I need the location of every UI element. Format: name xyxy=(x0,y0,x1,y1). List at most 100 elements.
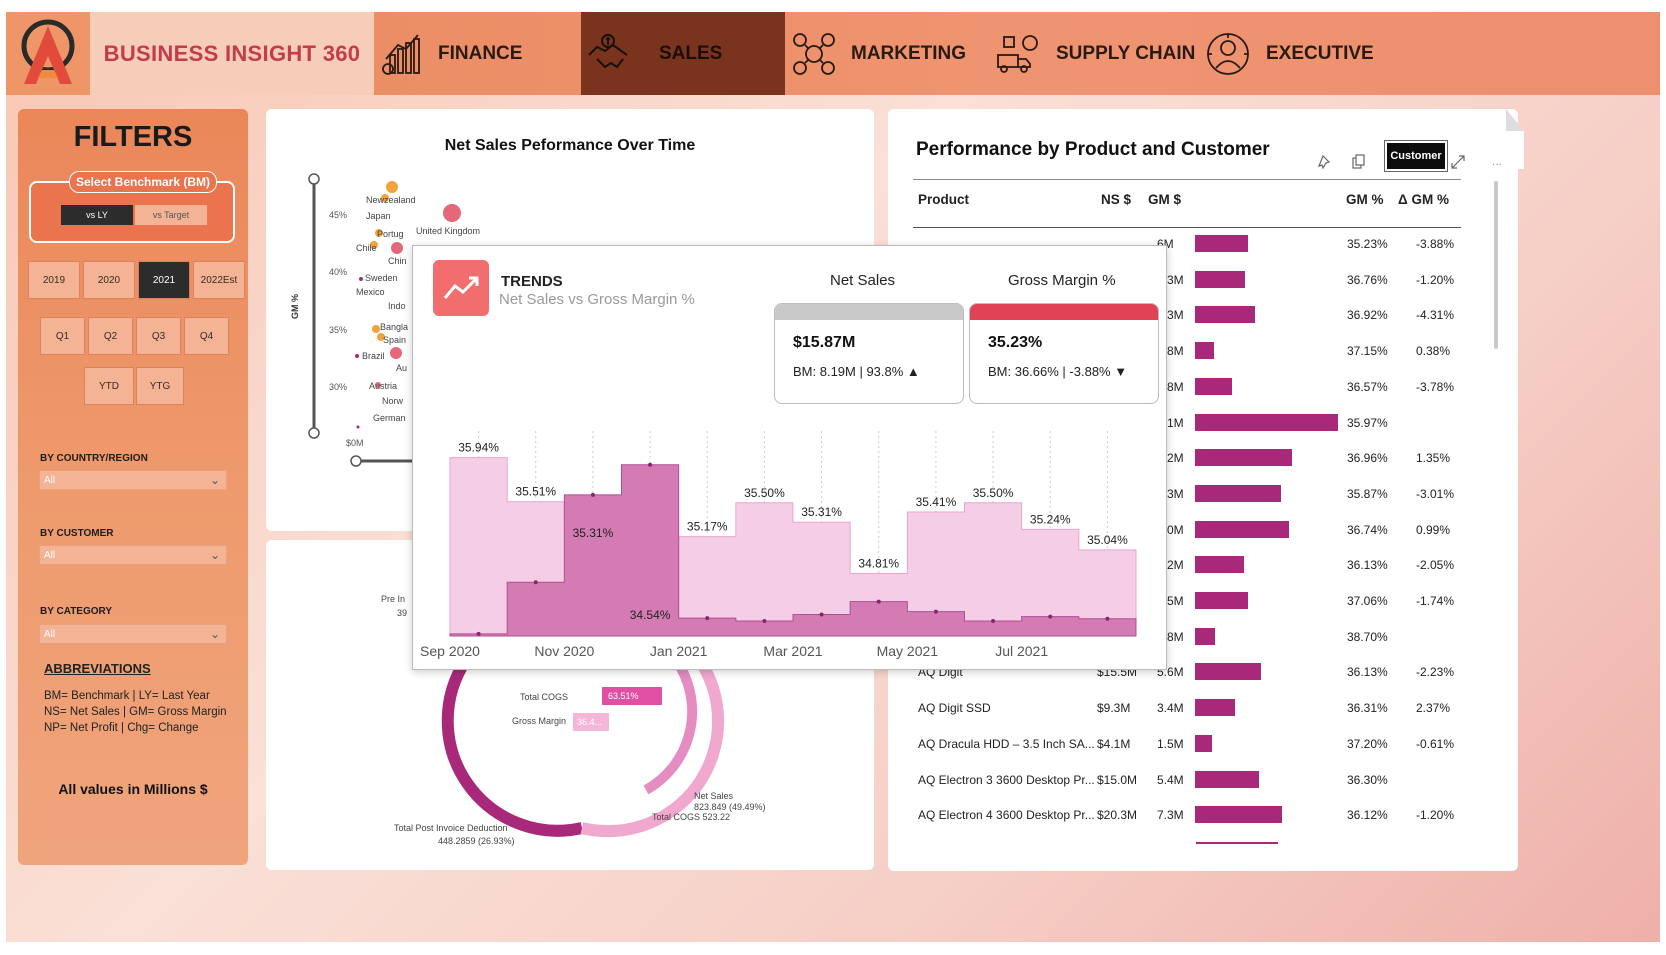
column-header-product[interactable]: Product xyxy=(918,192,969,207)
benchmark-vs-target-button[interactable]: vs Target xyxy=(135,205,207,225)
ytd-button[interactable]: YTD xyxy=(84,367,134,405)
country-filter-value: All xyxy=(44,475,56,486)
cell-net-sales: $15.0M xyxy=(1097,772,1138,787)
quarter-q2-button[interactable]: Q2 xyxy=(88,317,133,355)
cell-delta-gm: -4.31% xyxy=(1416,308,1455,323)
table-row[interactable]: AQ Digit SSD $9.3M 3.4M 36.31% 2.37% xyxy=(888,693,1488,723)
column-header-ns[interactable]: NS $ xyxy=(1101,192,1131,207)
scatter-point[interactable] xyxy=(390,347,402,359)
cell-gm-percent: 36.13% xyxy=(1347,665,1388,680)
gm-data-label: 35.51% xyxy=(515,485,556,499)
trends-area-chart: 35.94% 35.51% 35.31% 34.54% 35.17% 35.50% 35.3… xyxy=(420,431,1137,659)
scatter-point[interactable] xyxy=(359,277,363,281)
year-2021-button[interactable]: 2021 xyxy=(138,261,190,299)
country-filter-select[interactable]: All ⌄ xyxy=(39,470,227,490)
tab-executive-label: EXECUTIVE xyxy=(1266,42,1374,64)
table-row[interactable]: AQ Electron 3 3600 Desktop Pr... $15.0M 5.… xyxy=(888,765,1488,795)
scatter-point-label: Bangla xyxy=(380,322,408,332)
tab-supply-chain-label: SUPPLY CHAIN xyxy=(1056,42,1196,64)
cell-delta-gm: 1.35% xyxy=(1416,451,1451,466)
customer-toggle-button[interactable]: Customer xyxy=(1384,140,1448,172)
cell-gm-percent: 37.06% xyxy=(1347,594,1388,608)
quarter-q4-button[interactable]: Q4 xyxy=(184,317,229,355)
gm-bar xyxy=(1195,484,1281,502)
kpi-status-bar xyxy=(970,304,1158,320)
chevron-down-icon: ⌄ xyxy=(209,627,220,641)
trends-tooltip: TRENDS Net Sales vs Gross Margin % Net S… xyxy=(412,245,1167,670)
donut-label: Gross Margin xyxy=(512,716,566,726)
copy-icon[interactable] xyxy=(1350,154,1366,170)
donut-label: 63.51% xyxy=(608,691,639,701)
cell-delta-gm: -2.23% xyxy=(1416,665,1455,680)
kpi-net-sales-value: $15.87M xyxy=(793,334,856,351)
cell-delta-gm: -3.01% xyxy=(1416,486,1455,501)
scatter-point[interactable] xyxy=(356,425,360,429)
benchmark-vs-ly-button[interactable]: vs LY xyxy=(61,205,133,225)
donut-segment-cogs[interactable] xyxy=(643,657,698,795)
customer-filter-select[interactable]: All ⌄ xyxy=(39,545,227,565)
tab-executive[interactable]: EXECUTIVE xyxy=(1204,12,1404,95)
scatter-point[interactable] xyxy=(386,181,398,193)
cell-gm-percent: 37.20% xyxy=(1347,736,1388,751)
category-filter-label: BY CATEGORY xyxy=(40,606,113,617)
x-tick-label: Mar 2021 xyxy=(763,643,822,659)
cell-delta-gm: -3.78% xyxy=(1416,379,1455,394)
scatter-point-label: Norw xyxy=(382,396,404,406)
benchmark-selector: Select Benchmark (BM) vs LY vs Target xyxy=(29,171,235,243)
cell-gm-percent: 36.30% xyxy=(1347,772,1388,787)
cell-net-sales: $4.1M xyxy=(1097,736,1131,751)
gm-data-label: 35.41% xyxy=(916,495,957,509)
scatter-point[interactable] xyxy=(391,242,403,254)
column-header-gm-pct[interactable]: GM % xyxy=(1346,192,1384,207)
tab-finance[interactable]: FINANCE xyxy=(374,12,580,95)
gm-bar xyxy=(1195,413,1338,431)
slider-handle[interactable] xyxy=(350,455,362,467)
scatter-point-label: German xyxy=(373,413,406,423)
donut-label: Total COGS 523.22 xyxy=(652,812,730,822)
donut-segment-post-invoice[interactable] xyxy=(441,656,584,837)
scatter-point[interactable] xyxy=(372,325,380,333)
scatter-point[interactable] xyxy=(355,354,359,358)
quarter-q3-button[interactable]: Q3 xyxy=(136,317,181,355)
cell-delta-gm: -1.20% xyxy=(1416,272,1455,287)
net-sales-point xyxy=(762,618,767,623)
tab-marketing[interactable]: MARKETING xyxy=(791,12,991,95)
ytg-button[interactable]: YTG xyxy=(136,367,184,405)
category-filter-select[interactable]: All ⌄ xyxy=(39,624,227,644)
cell-gross-margin: 7.3M xyxy=(1157,808,1184,823)
table-row[interactable]: AQ Dracula HDD – 3.5 Inch SA... $4.1M 1.5M… xyxy=(888,729,1488,759)
slider-handle[interactable] xyxy=(308,173,320,185)
year-2022est-button[interactable]: 2022Est xyxy=(193,261,245,299)
category-filter-value: All xyxy=(44,629,56,640)
column-header-gm[interactable]: GM $ xyxy=(1148,192,1181,207)
quarter-q1-button[interactable]: Q1 xyxy=(40,317,85,355)
net-sales-point xyxy=(933,609,938,614)
customer-filter-label: BY CUSTOMER xyxy=(40,528,114,539)
column-header-delta-gm[interactable]: Δ GM % xyxy=(1398,192,1449,207)
net-sales-point xyxy=(1048,614,1053,619)
slider-handle[interactable] xyxy=(308,427,320,439)
scatter-point-label: Chile xyxy=(356,243,377,253)
cell-delta-gm: -1.20% xyxy=(1416,808,1455,823)
table-row[interactable]: AQ Electron 4 3600 Desktop Pr... $20.3M 7.… xyxy=(888,800,1488,830)
chevron-down-icon: ⌄ xyxy=(209,473,220,487)
kpi-gross-margin-value: 35.23% xyxy=(988,334,1043,351)
cell-gm-percent: 36.96% xyxy=(1347,451,1388,466)
scatter-point-label: Au xyxy=(396,363,407,373)
donut-label: 39 xyxy=(397,608,407,618)
cell-delta-gm: 2.37% xyxy=(1416,701,1451,716)
donut-label: 823.849 (49.49%) xyxy=(694,802,766,812)
tab-sales[interactable]: SALES xyxy=(581,12,785,95)
donut-label: 448.2859 (26.93%) xyxy=(438,836,515,846)
expand-icon[interactable] xyxy=(1450,154,1466,170)
tab-supply-chain[interactable]: SUPPLY CHAIN xyxy=(996,12,1196,95)
table-scrollbar[interactable] xyxy=(1494,181,1498,349)
gm-bar xyxy=(1195,770,1260,788)
filters-panel: FILTERS Select Benchmark (BM) vs LY vs T… xyxy=(18,109,248,865)
marketing-icon xyxy=(793,32,835,75)
cell-gm-percent: 35.97% xyxy=(1347,415,1388,430)
year-2019-button[interactable]: 2019 xyxy=(28,261,80,299)
year-2020-button[interactable]: 2020 xyxy=(83,261,135,299)
pin-icon[interactable] xyxy=(1318,154,1334,170)
scatter-point[interactable] xyxy=(443,204,461,222)
